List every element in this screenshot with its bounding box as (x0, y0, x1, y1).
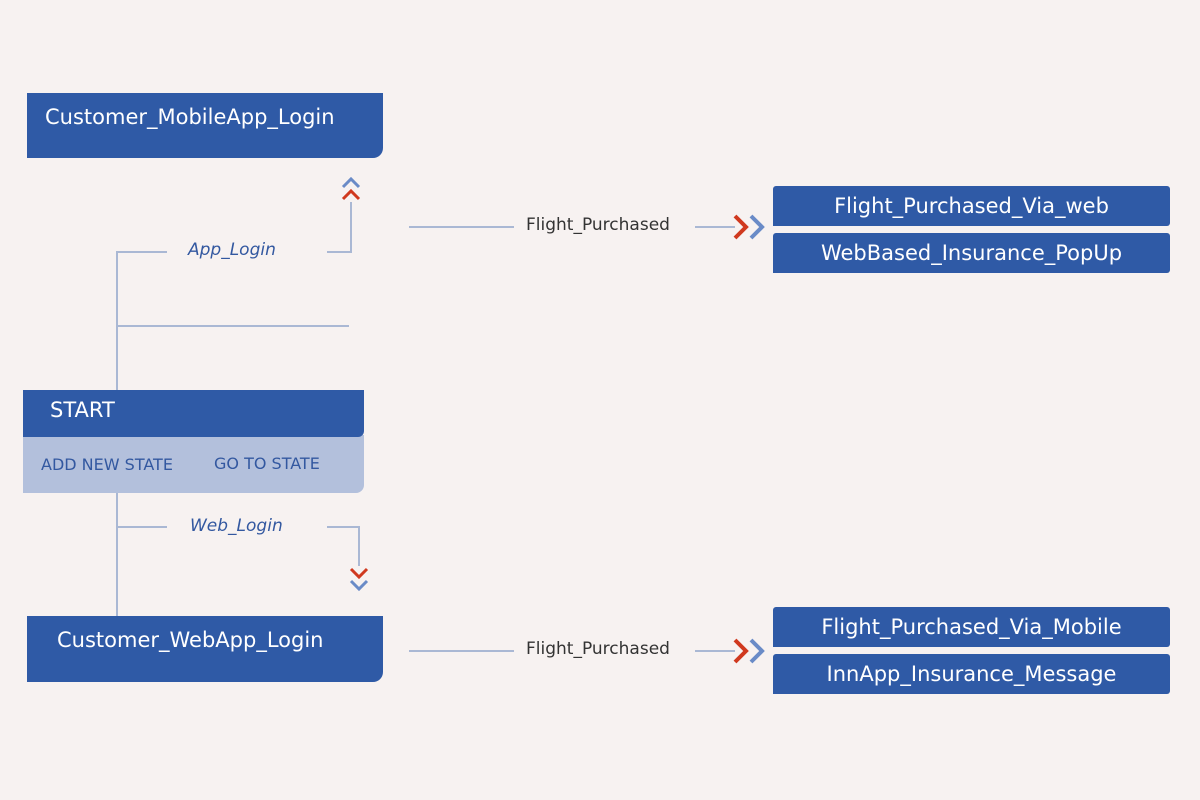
connector-line (327, 526, 360, 528)
start-actions-panel: ADD NEW STATE GO TO STATE (23, 435, 364, 493)
state-label: START (50, 398, 115, 422)
result-state[interactable]: InnApp_Insurance_Message (773, 654, 1170, 694)
state-customer-mobileapp-login[interactable]: Customer_MobileApp_Login (27, 93, 383, 158)
event-flight-purchased[interactable]: Flight_Purchased (526, 639, 670, 659)
state-label: Customer_MobileApp_Login (45, 105, 335, 129)
result-state[interactable]: Flight_Purchased_Via_web (773, 186, 1170, 226)
connector-line (327, 251, 352, 253)
double-chevron-right-icon (733, 638, 765, 664)
connector-line (116, 251, 118, 391)
state-customer-webapp-login[interactable]: Customer_WebApp_Login (27, 616, 383, 682)
connector-line (116, 526, 167, 528)
connector-line (695, 650, 735, 652)
connector-line (409, 226, 514, 228)
double-chevron-down-icon (349, 567, 369, 592)
connector-line (695, 226, 735, 228)
state-label: Customer_WebApp_Login (57, 628, 324, 652)
connector-line (116, 493, 118, 616)
transition-app-login[interactable]: App_Login (188, 240, 276, 260)
result-state[interactable]: Flight_Purchased_Via_Mobile (773, 607, 1170, 647)
connector-line (409, 650, 514, 652)
connector-line (116, 325, 349, 327)
add-new-state-button[interactable]: ADD NEW STATE (41, 455, 173, 474)
connector-line (350, 202, 352, 253)
event-flight-purchased[interactable]: Flight_Purchased (526, 215, 670, 235)
transition-web-login[interactable]: Web_Login (190, 516, 283, 536)
double-chevron-up-icon (341, 176, 361, 201)
result-state[interactable]: WebBased_Insurance_PopUp (773, 233, 1170, 273)
go-to-state-button[interactable]: GO TO STATE (214, 454, 320, 473)
connector-line (116, 251, 167, 253)
connector-line (358, 526, 360, 566)
double-chevron-right-icon (733, 214, 765, 240)
state-start[interactable]: START (23, 390, 364, 437)
